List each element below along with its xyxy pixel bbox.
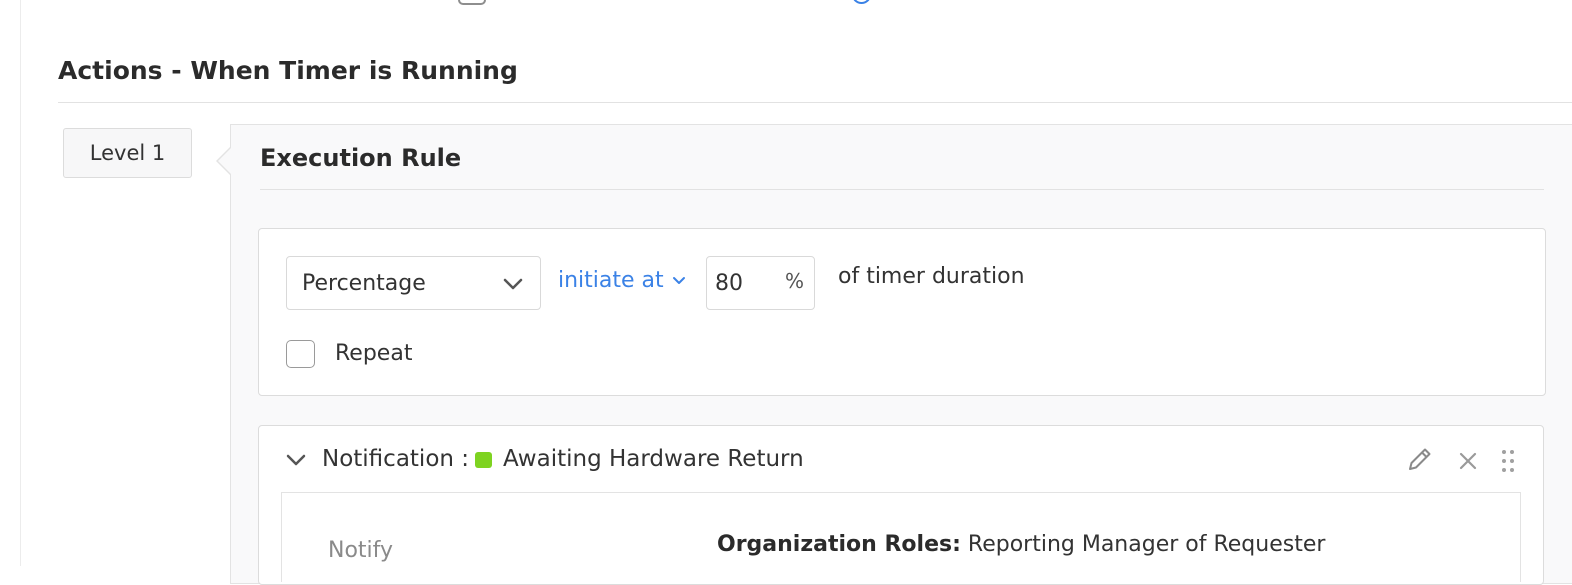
level-tab-label: Level 1 <box>89 141 166 165</box>
notification-name: Awaiting Hardware Return <box>503 446 804 472</box>
section-divider <box>58 102 1572 103</box>
top-checkbox[interactable] <box>458 0 486 5</box>
execution-rule-card <box>258 228 1546 396</box>
chevron-down-icon <box>503 278 523 290</box>
rule-type-select[interactable]: Percentage <box>286 256 541 310</box>
execution-rule-title: Execution Rule <box>260 144 462 172</box>
collapse-chevron-icon[interactable] <box>285 450 307 470</box>
percent-sign: % <box>784 269 804 293</box>
org-roles-text: Organization Roles: Reporting Manager of… <box>717 532 1325 557</box>
drag-handle-icon[interactable] <box>1499 448 1517 474</box>
chevron-down-icon <box>672 276 685 284</box>
notify-label: Notify <box>328 538 394 563</box>
status-indicator <box>475 452 492 468</box>
left-divider <box>20 0 21 566</box>
percentage-input[interactable]: 80 % <box>706 256 815 310</box>
execution-rule-divider <box>260 189 1544 190</box>
initiate-at-dropdown[interactable]: initiate at <box>558 268 686 293</box>
edit-pencil-icon[interactable] <box>1405 444 1435 474</box>
section-title: Actions - When Timer is Running <box>58 56 518 85</box>
panel-pointer-fill <box>218 147 232 175</box>
notification-label: Notification : <box>322 446 470 472</box>
duration-text: of timer duration <box>838 264 1025 289</box>
info-icon[interactable] <box>852 0 871 4</box>
initiate-at-label: initiate at <box>558 268 664 293</box>
level-tab-1[interactable]: Level 1 <box>63 128 192 178</box>
org-roles-value: Reporting Manager of Requester <box>960 532 1326 557</box>
repeat-label: Repeat <box>335 341 413 366</box>
percentage-value: 80 <box>715 270 743 296</box>
close-icon[interactable] <box>1457 450 1479 472</box>
rule-type-value: Percentage <box>302 270 426 296</box>
repeat-checkbox[interactable] <box>286 340 315 368</box>
org-roles-label: Organization Roles: <box>717 532 961 557</box>
